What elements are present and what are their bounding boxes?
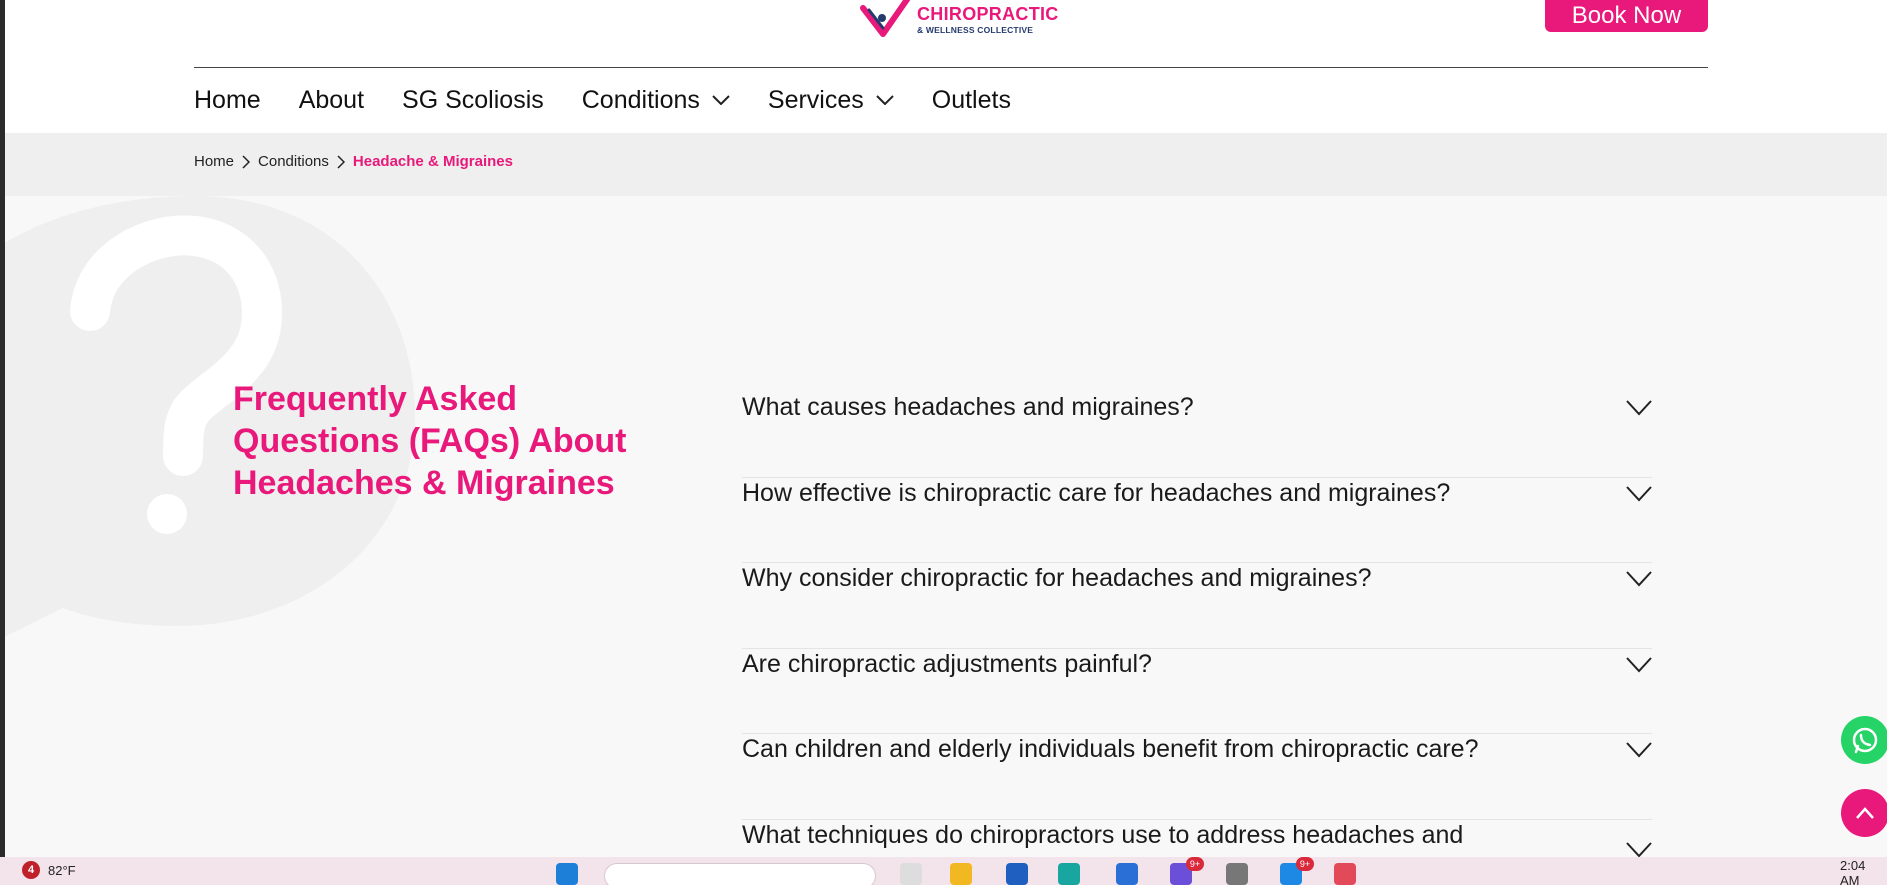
taskbar-search[interactable] — [604, 863, 876, 885]
faq-item[interactable]: How effective is chiropractic care for h… — [742, 478, 1652, 563]
temperature: 82°F — [48, 862, 76, 878]
nav-item-home[interactable]: Home — [194, 86, 261, 115]
chevron-right-icon — [242, 154, 251, 169]
nav-item-sg-scoliosis[interactable]: SG Scoliosis — [402, 86, 544, 115]
start-icon[interactable] — [556, 863, 578, 885]
faq-question: Are chiropractic adjustments painful? — [742, 649, 1152, 678]
faq-question: Can children and elderly individuals ben… — [742, 735, 1479, 763]
file-explorer-icon[interactable] — [950, 863, 972, 885]
chevron-down-icon[interactable] — [1626, 400, 1652, 416]
chevron-up-icon — [1856, 807, 1874, 819]
nav-label: Services — [767, 85, 864, 114]
breadcrumb-current: Headache & Migraines — [352, 153, 513, 170]
whatsapp-button[interactable] — [1841, 716, 1887, 764]
chevron-down-icon[interactable] — [1626, 485, 1652, 502]
breadcrumb-band: Home Conditions Headache & Migraines — [5, 133, 1887, 196]
outlook-icon[interactable] — [1116, 863, 1138, 885]
nav-label: Outlets — [931, 85, 1011, 114]
chevron-down-icon[interactable] — [1626, 656, 1652, 673]
nav-item-about[interactable]: About — [299, 86, 364, 115]
book-now-button[interactable]: Book Now — [1545, 0, 1708, 32]
nav-divider — [194, 67, 1708, 68]
whatsapp-icon — [1852, 727, 1878, 754]
calendar-app-icon[interactable] — [1334, 863, 1356, 885]
os-taskbar: 4 82°F 9+ 9+ 2:04 AM — [0, 857, 1887, 885]
faq-question: How effective is chiropractic care for h… — [742, 478, 1451, 507]
chevron-down-icon — [712, 95, 730, 105]
nav-label: Conditions — [581, 85, 700, 114]
notification-badge: 9+ — [1296, 857, 1314, 871]
chevron-down-icon[interactable] — [1626, 742, 1652, 758]
faq-question: What techniques do chiropractors use to … — [742, 820, 1464, 849]
nav-item-conditions[interactable]: Conditions — [582, 86, 730, 115]
faq-question: Why consider chiropractic for headaches … — [742, 564, 1372, 592]
task-view-icon[interactable] — [900, 863, 922, 885]
logo-title: CHIROPRACTIC — [917, 4, 1059, 24]
logo-subtitle: & WELLNESS COLLECTIVE — [917, 25, 1034, 35]
faq-item[interactable]: What causes headaches and migraines? — [742, 392, 1652, 478]
browser-icon[interactable] — [1058, 863, 1080, 885]
faq-section: Frequently Asked Questions (FAQs) About … — [5, 196, 1887, 857]
main-nav: Home About SG Scoliosis Conditions Servi… — [194, 82, 1049, 118]
nav-label: Home — [194, 85, 261, 114]
browser-viewport: CHIROPRACTIC & WELLNESS COLLECTIVE Book … — [5, 0, 1887, 857]
store-icon[interactable] — [1006, 863, 1028, 885]
faq-list: What causes headaches and migraines? How… — [742, 392, 1652, 857]
breadcrumb-conditions[interactable]: Conditions — [258, 153, 329, 170]
faq-item[interactable]: What techniques do chiropractors use to … — [742, 820, 1652, 858]
faq-item[interactable]: Can children and elderly individuals ben… — [742, 734, 1652, 820]
app-icon[interactable] — [1226, 863, 1248, 885]
notification-badge: 9+ — [1186, 857, 1204, 871]
nav-label: About — [298, 85, 365, 114]
back-to-top-button[interactable] — [1841, 789, 1887, 837]
chevron-down-icon[interactable] — [1626, 841, 1652, 858]
chevron-right-icon — [337, 154, 345, 169]
breadcrumb-home[interactable]: Home — [194, 153, 234, 170]
nav-label: SG Scoliosis — [402, 85, 544, 114]
logo-check-icon — [860, 0, 911, 37]
faq-heading: Frequently Asked Questions (FAQs) About … — [233, 380, 627, 502]
nav-item-services[interactable]: Services — [768, 86, 894, 115]
site-header: CHIROPRACTIC & WELLNESS COLLECTIVE Book … — [5, 0, 1887, 133]
weather-badge: 4 — [22, 861, 40, 879]
faq-item[interactable]: Why consider chiropractic for headaches … — [742, 563, 1652, 649]
faq-question: What causes headaches and migraines? — [742, 393, 1194, 421]
site-logo[interactable]: CHIROPRACTIC & WELLNESS COLLECTIVE — [855, 0, 1058, 42]
clock[interactable]: 2:04 AM — [1840, 858, 1887, 885]
chevron-down-icon[interactable] — [1626, 571, 1652, 587]
chevron-down-icon — [876, 95, 894, 105]
faq-item[interactable]: Are chiropractic adjustments painful? — [742, 649, 1652, 734]
nav-item-outlets[interactable]: Outlets — [932, 86, 1011, 115]
breadcrumb: Home Conditions Headache & Migraines — [194, 153, 513, 170]
weather-widget[interactable]: 4 82°F — [22, 861, 76, 879]
